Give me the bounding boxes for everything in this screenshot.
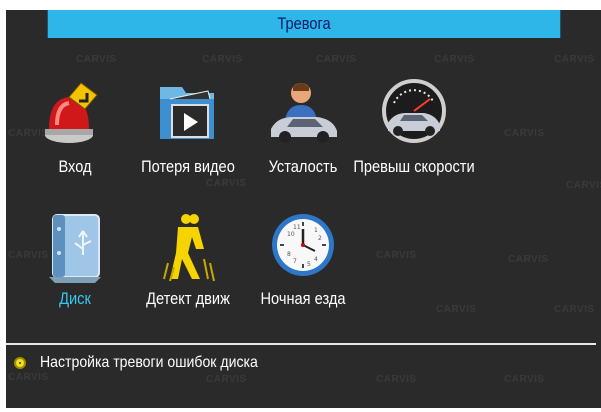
menu-item-label: Ночная езда xyxy=(260,289,346,308)
alarm-menu-window: Тревога CARVIS CARVIS CARVIS CARVIS CARV… xyxy=(6,10,601,408)
svg-text:11: 11 xyxy=(293,224,301,231)
watermark: CARVIS xyxy=(434,54,475,65)
usb-disk-icon xyxy=(20,209,130,289)
watermark: CARVIS xyxy=(202,54,243,65)
watermark: CARVIS xyxy=(504,128,545,139)
watermark: CARVIS xyxy=(376,374,417,385)
bullet-icon xyxy=(14,357,26,369)
watermark: CARVIS xyxy=(566,180,601,191)
watermark: CARVIS xyxy=(436,304,477,315)
screen: Тревога CARVIS CARVIS CARVIS CARVIS CARV… xyxy=(0,0,601,412)
svg-text:10: 10 xyxy=(287,231,295,238)
watermark: CARVIS xyxy=(76,54,117,65)
svg-text:7: 7 xyxy=(293,258,297,265)
menu-item-label: Потеря видео xyxy=(141,157,235,176)
driver-car-icon xyxy=(248,77,358,157)
status-line: Настройка тревоги ошибок диска xyxy=(14,351,287,375)
watermark: CARVIS xyxy=(504,374,545,385)
svg-text:4: 4 xyxy=(314,256,318,263)
menu-item-label: Диск xyxy=(59,289,91,308)
svg-text:5: 5 xyxy=(307,261,311,268)
menu-item-label: Детект движ xyxy=(146,289,230,308)
menu-item-label: Усталость xyxy=(268,157,338,176)
svg-text:1: 1 xyxy=(314,227,318,234)
clock-icon: 12 45 78 10 11 xyxy=(248,209,358,289)
watermark: CARVIS xyxy=(554,304,595,315)
watermark: CARVIS xyxy=(206,178,247,189)
watermark: CARVIS xyxy=(206,374,247,385)
watermark: CARVIS xyxy=(376,250,417,261)
status-text: Настройка тревоги ошибок диска xyxy=(40,354,258,371)
divider xyxy=(6,343,596,345)
svg-text:8: 8 xyxy=(287,251,291,258)
motion-people-icon xyxy=(133,209,243,289)
watermark: CARVIS xyxy=(316,54,357,65)
svg-text:2: 2 xyxy=(318,235,322,242)
watermark: CARVIS xyxy=(508,254,549,265)
alarm-siren-icon xyxy=(20,77,130,157)
speedometer-car-icon xyxy=(359,77,469,157)
watermark: CARVIS xyxy=(554,54,595,65)
menu-item-label: Превыш скорости xyxy=(353,157,475,176)
window-title: Тревога xyxy=(47,10,561,38)
menu-item-label: Вход xyxy=(58,157,92,176)
video-folder-icon xyxy=(133,77,243,157)
